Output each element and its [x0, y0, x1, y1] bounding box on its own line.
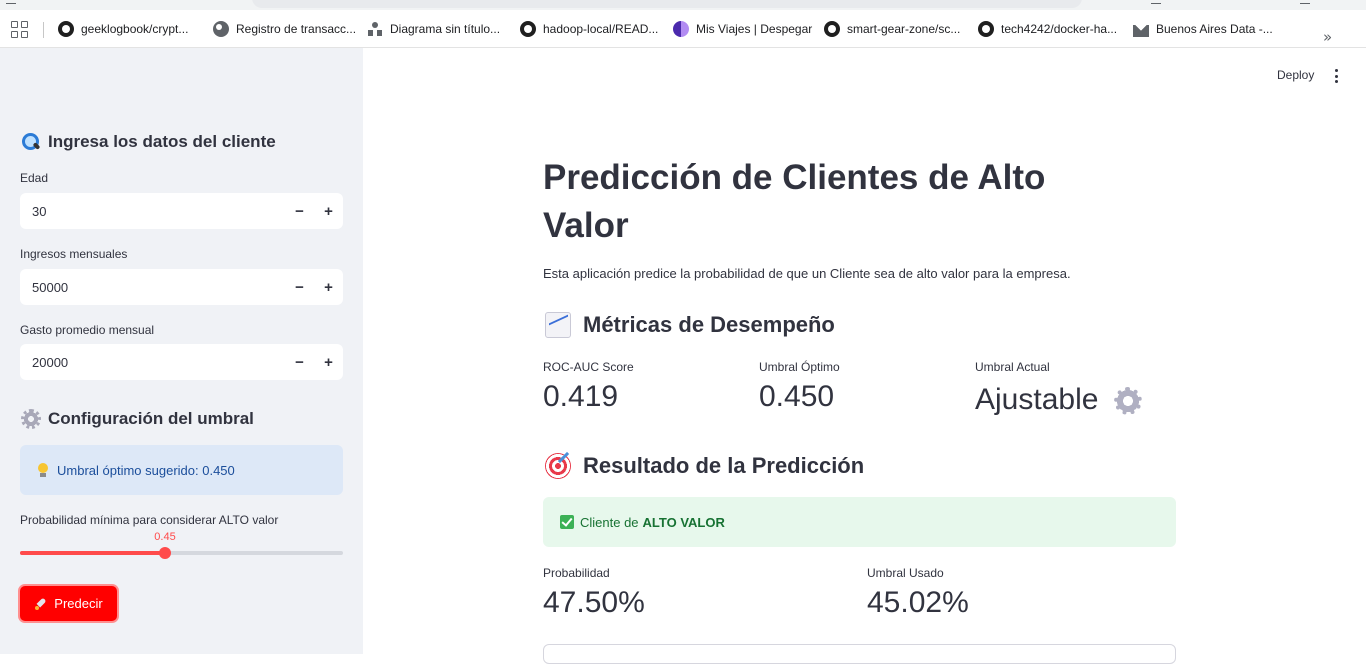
kebab-menu-icon[interactable]: [1334, 69, 1338, 83]
predict-button-label: Predecir: [54, 596, 103, 611]
suggested-threshold-text: Umbral óptimo sugerido: 0.450: [57, 462, 235, 478]
bookmark-label: hadoop-local/READ...: [543, 22, 659, 36]
gear-icon: [20, 408, 42, 430]
bookmark-item[interactable]: Buenos Aires Data -...: [1133, 20, 1273, 38]
income-decrement-button[interactable]: −: [285, 279, 314, 296]
github-icon: [520, 21, 536, 37]
spend-input[interactable]: 20000 − +: [20, 344, 343, 380]
bookmark-label: geeklogbook/crypt...: [81, 22, 189, 36]
rocket-icon: [34, 597, 48, 611]
bookmarks-bar: geeklogbook/crypt... Registro de transac…: [0, 10, 1366, 48]
sidebar: Ingresa los datos del cliente Edad 30 − …: [0, 48, 363, 654]
github-icon: [978, 21, 994, 37]
spend-value[interactable]: 20000: [20, 355, 285, 370]
main-content: Deploy Predicción de Clientes de Alto Va…: [363, 48, 1366, 664]
age-value[interactable]: 30: [20, 204, 285, 219]
slider-fill: [20, 551, 165, 555]
bookmark-label: Registro de transacc...: [236, 22, 357, 36]
current-threshold-label: Umbral Actual: [975, 360, 1050, 374]
prediction-result-alert: Cliente de ALTO VALOR: [543, 497, 1176, 547]
chart-container: [543, 644, 1176, 664]
result-header: Resultado de la Predicción: [545, 453, 864, 479]
result-prefix-text: Cliente de: [580, 514, 639, 530]
threshold-config-header: Configuración del umbral: [20, 408, 254, 430]
age-decrement-button[interactable]: −: [285, 203, 314, 220]
client-data-header-text: Ingresa los datos del cliente: [48, 132, 276, 151]
optimal-threshold-value: 0.450: [759, 380, 835, 413]
magnifier-icon: [20, 131, 42, 153]
bookmark-item[interactable]: Mis Viajes | Despegar: [673, 20, 812, 38]
spend-increment-button[interactable]: +: [314, 354, 343, 371]
probability-label: Probabilidad: [543, 566, 610, 580]
optimal-threshold-label: Umbral Óptimo: [759, 360, 840, 374]
bookmark-item[interactable]: hadoop-local/READ...: [520, 20, 658, 38]
toolbar-icon[interactable]: [1151, 0, 1161, 4]
chevron-double-right-icon[interactable]: »: [1323, 28, 1332, 46]
client-data-header: Ingresa los datos del cliente: [20, 131, 276, 153]
check-mark-icon: [560, 515, 574, 529]
toolbar-icon[interactable]: [1300, 0, 1310, 4]
income-input[interactable]: 50000 − +: [20, 269, 343, 305]
bookmark-item[interactable]: tech4242/docker-ha...: [978, 20, 1117, 38]
mountain-icon: [1133, 24, 1149, 37]
used-threshold-label: Umbral Usado: [867, 566, 944, 580]
bookmark-item[interactable]: Diagrama sin título...: [367, 20, 500, 38]
metrics-header: Métricas de Desempeño: [545, 312, 835, 338]
income-label: Ingresos mensuales: [20, 247, 128, 261]
bookmark-label: Diagrama sin título...: [390, 22, 501, 36]
slider-thumb[interactable]: [159, 547, 171, 559]
threshold-config-header-text: Configuración del umbral: [48, 409, 254, 428]
bookmark-label: tech4242/docker-ha...: [1001, 22, 1118, 36]
github-icon: [58, 21, 74, 37]
github-icon: [824, 21, 840, 37]
address-bar[interactable]: [252, 0, 1082, 8]
age-increment-button[interactable]: +: [314, 203, 343, 220]
gear-icon: [1112, 385, 1144, 417]
probability-slider-value: 0.45: [154, 531, 176, 543]
probability-slider-label: Probabilidad mínima para considerar ALTO…: [20, 513, 279, 527]
roc-auc-label: ROC-AUC Score: [543, 360, 634, 374]
bookmark-label: Buenos Aires Data -...: [1156, 22, 1273, 36]
spend-decrement-button[interactable]: −: [285, 354, 314, 371]
age-input[interactable]: 30 − +: [20, 193, 343, 229]
bookmark-item[interactable]: geeklogbook/crypt...: [58, 20, 188, 38]
age-label: Edad: [20, 171, 49, 185]
page-description: Esta aplicación predice la probabilidad …: [543, 266, 1071, 281]
spend-label: Gasto promedio mensual: [20, 323, 155, 337]
income-increment-button[interactable]: +: [314, 279, 343, 296]
result-class-text: ALTO VALOR: [642, 514, 725, 530]
diagram-icon: [367, 21, 383, 37]
metrics-header-text: Métricas de Desempeño: [583, 312, 835, 337]
target-icon: [545, 453, 571, 479]
bookmark-label: Mis Viajes | Despegar: [696, 22, 813, 36]
roc-auc-value: 0.419: [543, 380, 619, 413]
used-threshold-value: 45.02%: [867, 586, 969, 619]
browser-tab-strip: [0, 0, 1366, 10]
globe-icon: [213, 21, 229, 37]
bookmark-item[interactable]: Registro de transacc...: [213, 20, 356, 38]
probability-slider[interactable]: [20, 547, 343, 559]
lightbulb-icon: [37, 463, 49, 477]
predict-button[interactable]: Predecir: [18, 584, 119, 623]
probability-value: 47.50%: [543, 586, 645, 619]
chart-increasing-icon: [545, 312, 571, 338]
suggested-threshold-info: Umbral óptimo sugerido: 0.450: [20, 445, 343, 495]
despegar-icon: [673, 21, 689, 37]
current-threshold-value: Ajustable: [975, 383, 1099, 416]
bookmark-item[interactable]: smart-gear-zone/sc...: [824, 20, 960, 38]
page-title: Predicción de Clientes de Alto Valor: [543, 158, 1046, 245]
income-value[interactable]: 50000: [20, 280, 285, 295]
deploy-button[interactable]: Deploy: [1277, 68, 1314, 82]
bookmark-label: smart-gear-zone/sc...: [847, 22, 961, 36]
result-header-text: Resultado de la Predicción: [583, 453, 865, 478]
back-icon[interactable]: [6, 0, 16, 4]
apps-grid-icon[interactable]: [11, 21, 28, 38]
bookmarks-divider: [43, 22, 44, 38]
